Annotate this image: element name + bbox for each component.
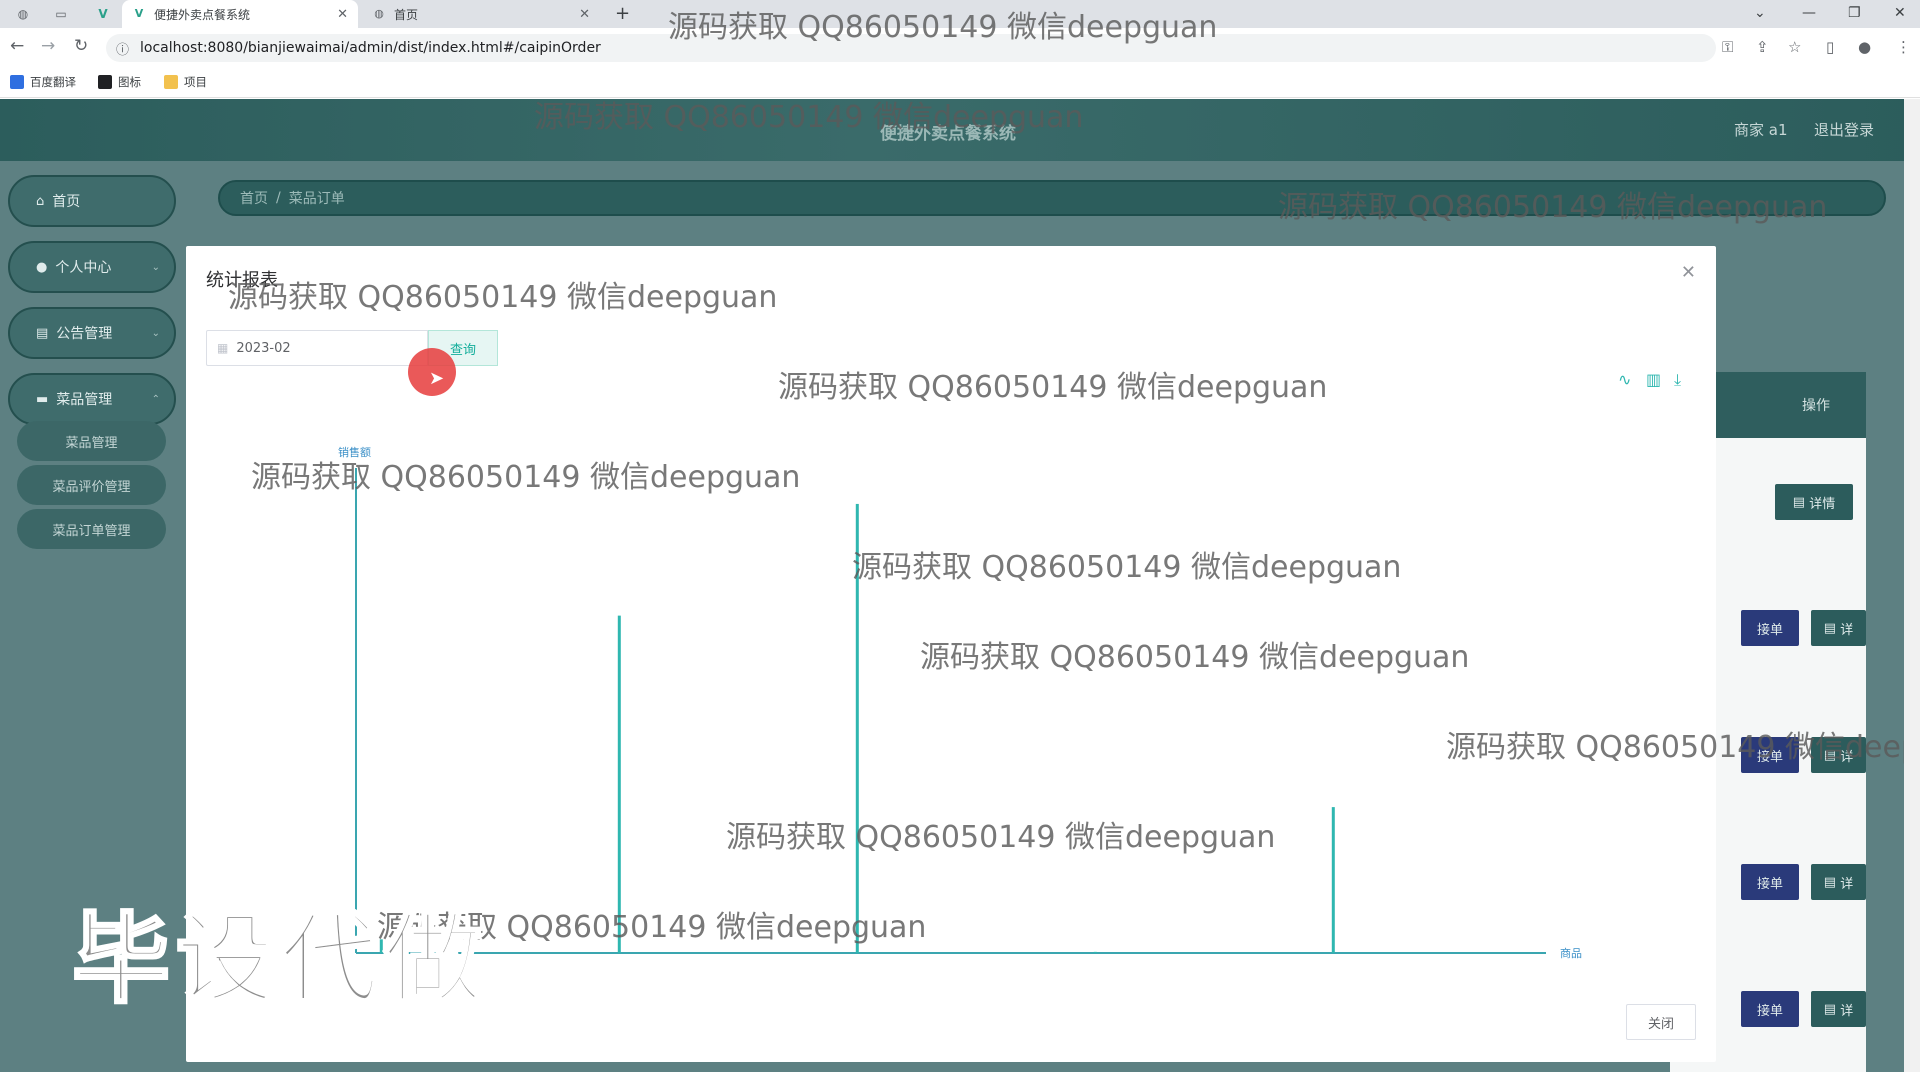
watermark: 源码获取 QQ86050149 微信deepguan [251, 460, 801, 495]
watermark: 源码获取 QQ86050149 微信deepguan [668, 10, 1218, 45]
watermark: 源码获取 QQ86050149 微信deepg [1446, 730, 1920, 765]
watermark: 源码获取 QQ86050149 微信deepguan [852, 550, 1402, 585]
chart-bar [1331, 807, 1335, 953]
reload-icon[interactable]: ↻ [74, 36, 88, 56]
vue-logo-icon: V [134, 7, 144, 20]
sidebar-item-home[interactable]: ⌂ 首页 [8, 175, 176, 227]
minimize-icon[interactable]: — [1802, 0, 1816, 28]
chevron-down-icon: ⌄ [151, 327, 160, 339]
back-icon[interactable]: ← [10, 36, 24, 56]
home-icon: ⌂ [36, 193, 45, 209]
restore-icon[interactable]: ❐ [1848, 0, 1861, 28]
star-icon[interactable]: ☆ [1788, 38, 1801, 56]
calendar-icon: ▦ [217, 341, 229, 355]
browser-tab[interactable]: ◍ 首页 ✕ [362, 0, 600, 28]
notice-icon: ▤ [36, 325, 49, 341]
month-picker-value: 2023-02 [236, 340, 291, 356]
chevron-down-icon[interactable]: ⌄ [1754, 0, 1766, 28]
close-icon[interactable]: ✕ [337, 7, 348, 22]
sidebar-item-dish[interactable]: ▬ 菜品管理 ⌃ [8, 373, 176, 425]
submenu-dish-manage[interactable]: 菜品管理 [17, 421, 166, 461]
bookmark-item[interactable]: 项目 [164, 74, 207, 90]
x-axis-label: 商品 [1560, 946, 1582, 960]
month-picker[interactable]: ▦ 2023-02 [206, 330, 428, 366]
bookmark-item[interactable]: 图标 [98, 74, 141, 90]
share-icon[interactable]: ⇪ [1756, 38, 1769, 56]
accept-order-button[interactable]: 接单 [1741, 610, 1799, 646]
chart-bar [1093, 951, 1097, 953]
new-tab-icon[interactable]: + [615, 0, 630, 28]
doc-icon: ▤ [1792, 494, 1810, 510]
stamp-watermark: 毕设代做 [70, 902, 489, 1019]
breadcrumb-separator: / [276, 190, 281, 206]
vue-logo-icon[interactable]: V [92, 4, 114, 24]
watermark: 源码获取 QQ86050149 微信deepguan [228, 280, 778, 315]
chevron-up-icon: ⌃ [151, 393, 160, 405]
more-icon[interactable]: ⋮ [1896, 38, 1911, 56]
sidepanel-icon[interactable]: ▯ [1826, 38, 1834, 56]
accept-order-button[interactable]: 接单 [1741, 991, 1799, 1027]
breadcrumb-current: 菜品订单 [288, 191, 345, 207]
detail-button[interactable]: ▤ 详 [1811, 864, 1866, 900]
folder-icon [164, 75, 178, 89]
watermark: 源码获取 QQ86050149 微信deepguan [726, 820, 1276, 855]
watermark: 源码获取 QQ86050149 微信deepguan [920, 640, 1470, 675]
doc-icon: ▤ [1823, 620, 1841, 636]
tab-title: 首页 [394, 7, 419, 22]
detail-button[interactable]: ▤ 详 [1811, 610, 1866, 646]
globe-icon: ◍ [374, 7, 384, 20]
close-icon[interactable]: ✕ [1681, 262, 1696, 283]
submenu-dish-order[interactable]: 菜品订单管理 [17, 509, 166, 549]
bookmark-item[interactable]: 百度翻译 [10, 74, 76, 90]
info-icon[interactable]: ⓘ [116, 39, 129, 58]
watermark: 源码获取 QQ86050149 微信deepguan [778, 370, 1328, 405]
tab-title: 便捷外卖点餐系统 [154, 7, 251, 22]
blank-tab-icon[interactable]: ▭ [50, 4, 72, 24]
page-scrollbar[interactable] [1904, 99, 1920, 1072]
doc-icon: ▤ [1823, 874, 1841, 890]
chevron-down-icon: ⌄ [151, 261, 160, 273]
breadcrumb-home[interactable]: 首页 [240, 188, 268, 208]
profile-icon[interactable]: ● [1858, 38, 1871, 56]
translate-icon [10, 75, 24, 89]
window-close-icon[interactable]: ✕ [1894, 0, 1906, 28]
logout-link[interactable]: 退出登录 [1814, 119, 1874, 140]
submenu-dish-review[interactable]: 菜品评价管理 [17, 465, 166, 505]
current-user: 商家 a1 [1734, 121, 1788, 139]
image-icon [98, 75, 112, 89]
url-text: localhost:8080/bianjiewaimai/admin/dist/… [140, 40, 601, 56]
accept-order-button[interactable]: 接单 [1741, 864, 1799, 900]
detail-button[interactable]: ▤ 详 [1811, 991, 1866, 1027]
user-icon: ● [36, 259, 48, 275]
browser-tab-active[interactable]: V 便捷外卖点餐系统 ✕ [122, 0, 358, 28]
close-icon[interactable]: ✕ [579, 7, 590, 22]
globe-icon[interactable]: ◍ [12, 4, 34, 24]
watermark: 源码获取 QQ86050149 微信deepguan [1278, 190, 1828, 225]
detail-button[interactable]: ▤ 详情 [1775, 484, 1853, 520]
dish-icon: ▬ [36, 391, 49, 407]
doc-icon: ▤ [1823, 1001, 1841, 1017]
forward-icon[interactable]: → [41, 36, 55, 56]
dialog-close-button[interactable]: 关闭 [1626, 1004, 1696, 1040]
key-icon[interactable]: ⚿ [1722, 38, 1733, 56]
watermark: 源码获取 QQ86050149 微信deepguan [534, 100, 1084, 135]
sidebar-item-notice[interactable]: ▤ 公告管理 ⌄ [8, 307, 176, 359]
sidebar-item-profile[interactable]: ● 个人中心 ⌄ [8, 241, 176, 293]
